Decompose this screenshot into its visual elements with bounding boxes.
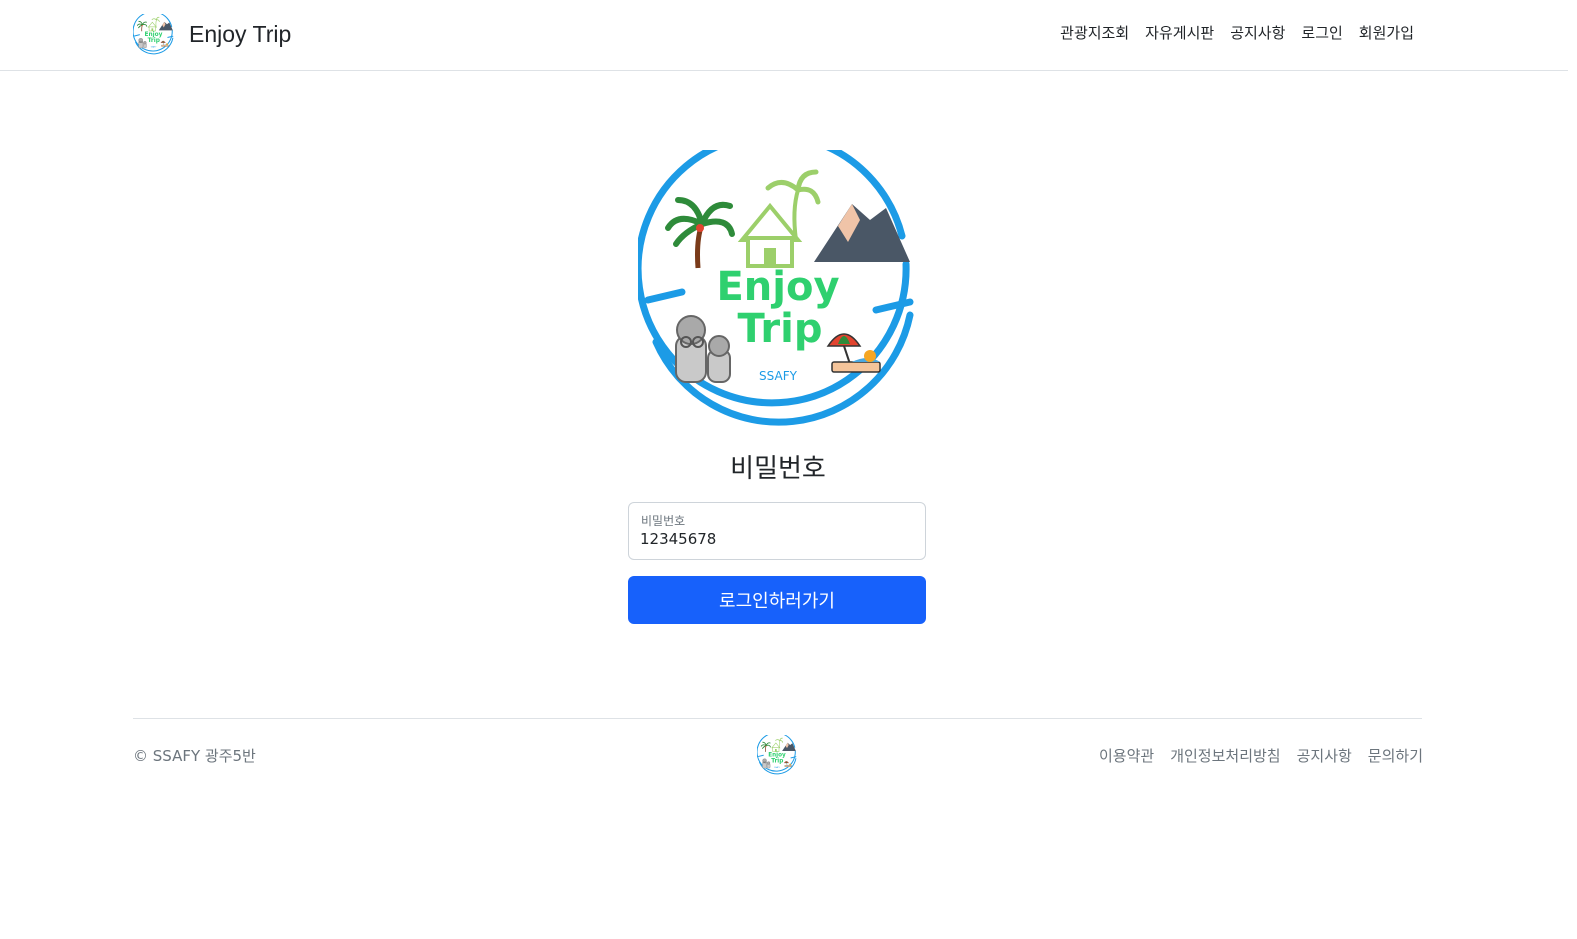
- nav-item-attractions[interactable]: 관광지조회: [1060, 22, 1129, 43]
- page-title: 비밀번호: [730, 454, 826, 484]
- logo-text-enjoy: Enjoy: [716, 264, 839, 310]
- nav-item-login[interactable]: 로그인: [1301, 22, 1342, 43]
- logo-text-trip: Trip: [738, 306, 823, 352]
- password-input[interactable]: [640, 530, 910, 548]
- brand-name: Enjoy Trip: [189, 21, 292, 47]
- footer-nav: 이용약관 개인정보처리방침 공지사항 문의하기: [1083, 745, 1423, 766]
- enjoy-trip-hero-logo: Enjoy Trip SSAFY: [638, 150, 914, 426]
- footer-link-privacy[interactable]: 개인정보처리방침: [1170, 745, 1280, 766]
- main-nav: 관광지조회 자유게시판 공지사항 로그인 회원가입: [1044, 22, 1414, 43]
- password-field-label: 비밀번호: [641, 514, 686, 528]
- footer-link-notice[interactable]: 공지사항: [1297, 745, 1352, 766]
- nav-item-signup[interactable]: 회원가입: [1359, 22, 1414, 43]
- footer-divider: [133, 718, 1422, 719]
- footer-link-contact[interactable]: 문의하기: [1368, 745, 1423, 766]
- password-field: 비밀번호: [628, 502, 926, 560]
- footer-logo-icon[interactable]: [757, 735, 797, 775]
- logo-text-ssafy: SSAFY: [759, 369, 798, 383]
- nav-item-board[interactable]: 자유게시판: [1145, 22, 1214, 43]
- footer-link-terms[interactable]: 이용약관: [1099, 745, 1154, 766]
- footer-copyright: © SSAFY 광주5반: [133, 747, 256, 765]
- go-to-login-button[interactable]: 로그인하러가기: [628, 576, 926, 624]
- nav-item-notice[interactable]: 공지사항: [1230, 22, 1285, 43]
- top-navbar: Enjoy Trip 관광지조회 자유게시판 공지사항 로그인 회원가입: [0, 0, 1568, 71]
- brand-link[interactable]: Enjoy Trip: [133, 14, 291, 55]
- enjoy-trip-logo-icon: [133, 14, 174, 55]
